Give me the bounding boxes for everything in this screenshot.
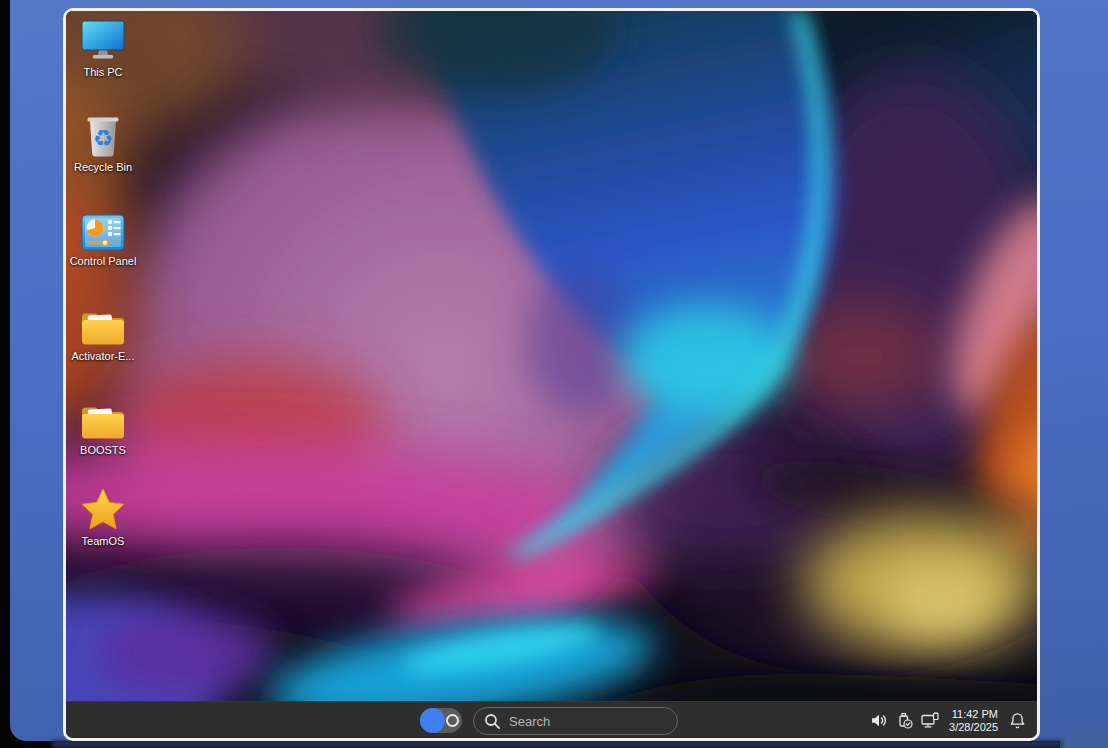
notifications-bell-icon[interactable] [1007, 711, 1027, 731]
network-display-icon[interactable] [920, 711, 940, 731]
icon-label: This PC [83, 66, 122, 78]
taskbar-toggle[interactable] [420, 708, 462, 733]
desktop-icon-control-panel[interactable]: Control Panel [66, 205, 140, 267]
desktop-icon-boosts-folder[interactable]: BOOSTS [66, 394, 140, 456]
clock-time: 11:42 PM [952, 708, 998, 721]
desktop-icon-activator-folder[interactable]: Activator-E... [66, 300, 140, 362]
desktop-wallpaper [66, 11, 1037, 701]
desktop-icons: This PC ♻ Recycle Bin [66, 11, 140, 701]
system-tray: 11:42 PM 3/28/2025 [868, 702, 1027, 739]
icon-label: Control Panel [70, 255, 137, 267]
recycle-bin-icon: ♻ [84, 111, 122, 157]
taskbar-clock[interactable]: 11:42 PM 3/28/2025 [949, 708, 998, 733]
desktop: This PC ♻ Recycle Bin [66, 11, 1037, 701]
icon-label: BOOSTS [80, 444, 126, 456]
toggle-knob [420, 708, 445, 733]
usb-safely-remove-icon[interactable] [894, 711, 914, 731]
desktop-icon-teamos[interactable]: TeamOS [66, 485, 140, 547]
host-background-corner [1060, 733, 1108, 748]
svg-text:♻: ♻ [93, 125, 114, 151]
window-shadow [52, 740, 1062, 748]
this-pc-icon [80, 16, 126, 62]
icon-label: Activator-E... [72, 350, 135, 362]
search-icon [484, 713, 501, 730]
control-panel-icon [81, 205, 125, 251]
folder-icon [80, 300, 126, 346]
folder-icon [80, 394, 126, 440]
taskbar: 11:42 PM 3/28/2025 [66, 701, 1037, 738]
vm-desktop-window: This PC ♻ Recycle Bin [63, 8, 1040, 741]
desktop-icon-recycle-bin[interactable]: ♻ Recycle Bin [66, 111, 140, 173]
desktop-icon-this-pc[interactable]: This PC [66, 16, 140, 78]
volume-icon[interactable] [868, 711, 888, 731]
icon-label: TeamOS [82, 535, 125, 547]
search-box[interactable] [473, 707, 678, 735]
toggle-off-ring [446, 714, 459, 727]
search-input[interactable] [509, 714, 667, 729]
icon-label: Recycle Bin [74, 161, 132, 173]
star-icon [80, 485, 126, 531]
clock-date: 3/28/2025 [949, 721, 998, 734]
